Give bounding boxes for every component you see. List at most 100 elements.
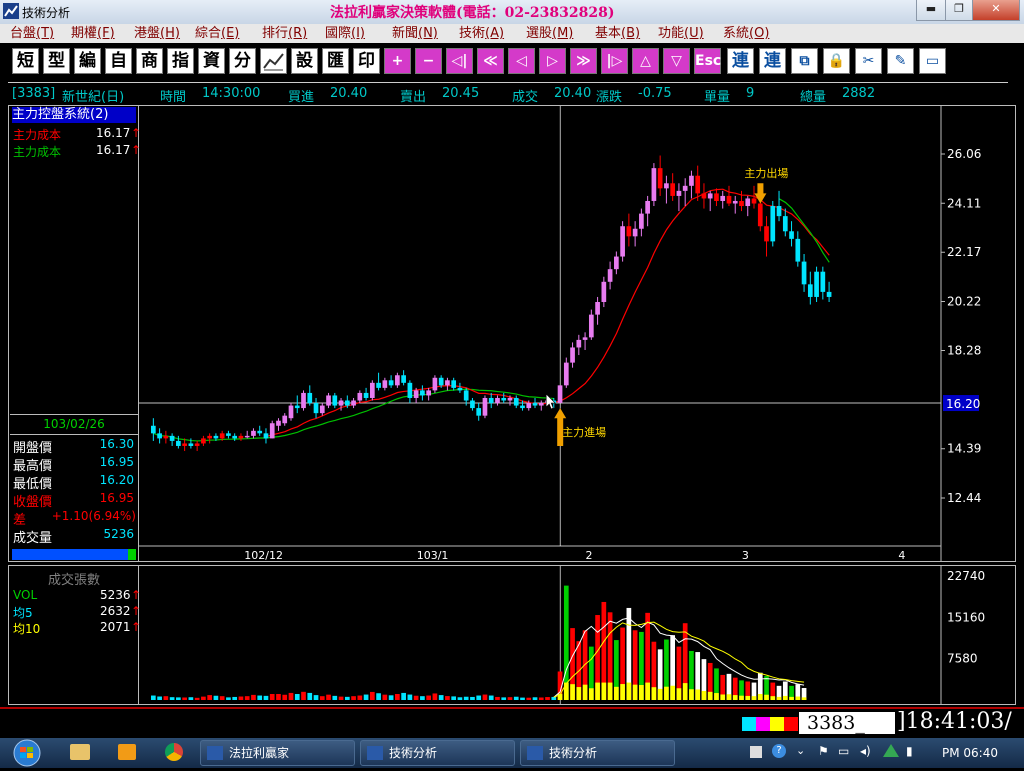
menu-label: 新聞 <box>392 26 419 41</box>
change-value: -0.75 <box>638 86 672 101</box>
volume-bar <box>244 696 250 700</box>
toolbar-nav-button-8[interactable]: △ <box>632 48 659 74</box>
network-icon[interactable]: ▭ <box>838 744 849 758</box>
menu-10[interactable]: 功能(U) <box>656 24 706 43</box>
media-player-icon[interactable] <box>118 744 136 760</box>
cost1-label: 主力成本 <box>13 128 62 142</box>
toolbar-nav-button-10[interactable]: Esc <box>694 48 721 74</box>
volume-bar-overlay <box>764 694 769 700</box>
toolbar-nav-button-2[interactable]: ◁| <box>446 48 473 74</box>
menu-8[interactable]: 選股(M) <box>524 24 575 43</box>
battery-icon[interactable]: ▮ <box>906 744 913 758</box>
toolbar-button-2[interactable]: 編 <box>74 48 101 74</box>
menu-11[interactable]: 系統(O) <box>721 24 771 43</box>
volume-bar <box>451 696 457 700</box>
toolbar-tool-button-0[interactable]: 連 <box>727 48 754 74</box>
y-tick-label: 20.22 <box>947 295 981 309</box>
y-tick-label: 14.39 <box>947 442 981 456</box>
folder-icon[interactable] <box>70 744 90 760</box>
menu-2[interactable]: 港盤(H) <box>132 24 182 43</box>
toolbar-nav-button-7[interactable]: |▷ <box>601 48 628 74</box>
x-tick-label: 103/1 <box>417 549 449 561</box>
menu-4[interactable]: 排行(R) <box>260 24 309 43</box>
tray-expand-icon[interactable]: ⌄ <box>796 744 805 757</box>
candlestick <box>407 380 413 404</box>
scroll-thumb[interactable] <box>128 549 136 560</box>
toolbar-button-6[interactable]: 資 <box>198 48 225 74</box>
close-button[interactable]: ✕ <box>972 0 1020 21</box>
toolbar-button-7[interactable]: 分 <box>229 48 256 74</box>
taskbar-item-2[interactable]: 技術分析 <box>520 740 675 766</box>
taskbar-item-0[interactable]: 法拉利贏家 <box>200 740 355 766</box>
candlestick <box>807 271 813 305</box>
volume-bar <box>319 696 325 700</box>
candlestick <box>395 372 400 388</box>
candlestick <box>670 173 676 201</box>
toolbar-tool-button-3[interactable]: 🔒 <box>823 48 850 74</box>
system-title[interactable]: 主力控盤系統(2) <box>12 107 136 123</box>
diff-label: 差 <box>13 513 27 528</box>
menu-0[interactable]: 台盤(T) <box>8 24 56 43</box>
menu-3[interactable]: 綜合(E) <box>193 24 241 43</box>
minimize-button[interactable]: ▬ <box>916 0 946 21</box>
menu-5[interactable]: 國際(I) <box>323 24 367 43</box>
candlestick <box>720 190 726 209</box>
y-tick-label: 12.44 <box>947 491 981 505</box>
toolbar-setting-button-2[interactable]: 印 <box>353 48 380 74</box>
volume-icon[interactable]: ◂) <box>860 744 871 758</box>
toolbar-nav-button-9[interactable]: ▽ <box>663 48 690 74</box>
volume-bar-overlay <box>714 693 719 700</box>
open-label: 開盤價 <box>13 441 53 456</box>
chart-icon <box>263 53 284 71</box>
candlestick <box>664 175 669 204</box>
chrome-icon[interactable] <box>165 743 183 761</box>
toolbar-button-4[interactable]: 商 <box>136 48 163 74</box>
toolbar-nav-button-5[interactable]: ▷ <box>539 48 566 74</box>
maximize-button[interactable]: ❐ <box>945 0 973 21</box>
toolbar-button-0[interactable]: 短 <box>12 48 39 74</box>
toolbar-nav-button-6[interactable]: ≫ <box>570 48 597 74</box>
close-value: 16.95 <box>99 491 134 505</box>
toolbar-setting-button-1[interactable]: 匯 <box>322 48 349 74</box>
menu-1[interactable]: 期權(F) <box>69 24 117 43</box>
toolbar-button-3[interactable]: 自 <box>105 48 132 74</box>
candlestick <box>513 395 519 409</box>
toolbar-nav-button-0[interactable]: + <box>384 48 411 74</box>
keyboard-icon[interactable] <box>750 746 762 758</box>
volume-bar <box>213 695 219 700</box>
flag-icon[interactable]: ⚑ <box>818 744 829 758</box>
scroll-bar[interactable] <box>12 549 136 560</box>
start-button[interactable] <box>5 739 49 767</box>
chart-icon-button[interactable] <box>260 48 287 74</box>
toolbar-nav-button-3[interactable]: ≪ <box>477 48 504 74</box>
candlestick <box>701 183 707 209</box>
toolbar-button-1[interactable]: 型 <box>43 48 70 74</box>
toolbar-tool-button-2[interactable]: ⧉ <box>791 48 818 74</box>
candlestick <box>764 216 769 257</box>
taskbar-item-1[interactable]: 技術分析 <box>360 740 515 766</box>
volume-bar-overlay <box>739 695 744 700</box>
candlestick <box>814 266 819 303</box>
toolbar-tool-button-6[interactable]: ▭ <box>919 48 946 74</box>
taskbar-clock[interactable]: PM 06:40 <box>942 746 998 760</box>
toolbar-tool-button-1[interactable]: 連 <box>759 48 786 74</box>
toolbar-nav-button-4[interactable]: ◁ <box>508 48 535 74</box>
stock-code-input[interactable]: 3383_ <box>799 712 895 734</box>
volume-bar <box>538 697 544 700</box>
menu-7[interactable]: 技術(A) <box>457 24 506 43</box>
toolbar-tool-button-4[interactable]: ✂ <box>855 48 882 74</box>
volume-bar-overlay <box>664 686 669 700</box>
toolbar-nav-button-1[interactable]: − <box>415 48 442 74</box>
volume-bar <box>413 695 419 700</box>
price-chart[interactable]: 26.06 24.11 22.17 20.22 18.28 14.39 12.44 16.20… <box>139 106 1015 561</box>
candlestick <box>263 428 269 444</box>
menu-9[interactable]: 基本(B) <box>593 24 642 43</box>
toolbar-button-5[interactable]: 指 <box>167 48 194 74</box>
menu-6[interactable]: 新聞(N) <box>390 24 440 43</box>
help-icon[interactable]: ? <box>772 744 786 758</box>
drive-icon[interactable] <box>883 744 899 757</box>
volume-bar <box>476 695 482 700</box>
volume-chart[interactable]: 22740 15160 7580 <box>139 566 1015 704</box>
toolbar-tool-button-5[interactable]: ✎ <box>887 48 914 74</box>
toolbar-setting-button-0[interactable]: 設 <box>291 48 318 74</box>
